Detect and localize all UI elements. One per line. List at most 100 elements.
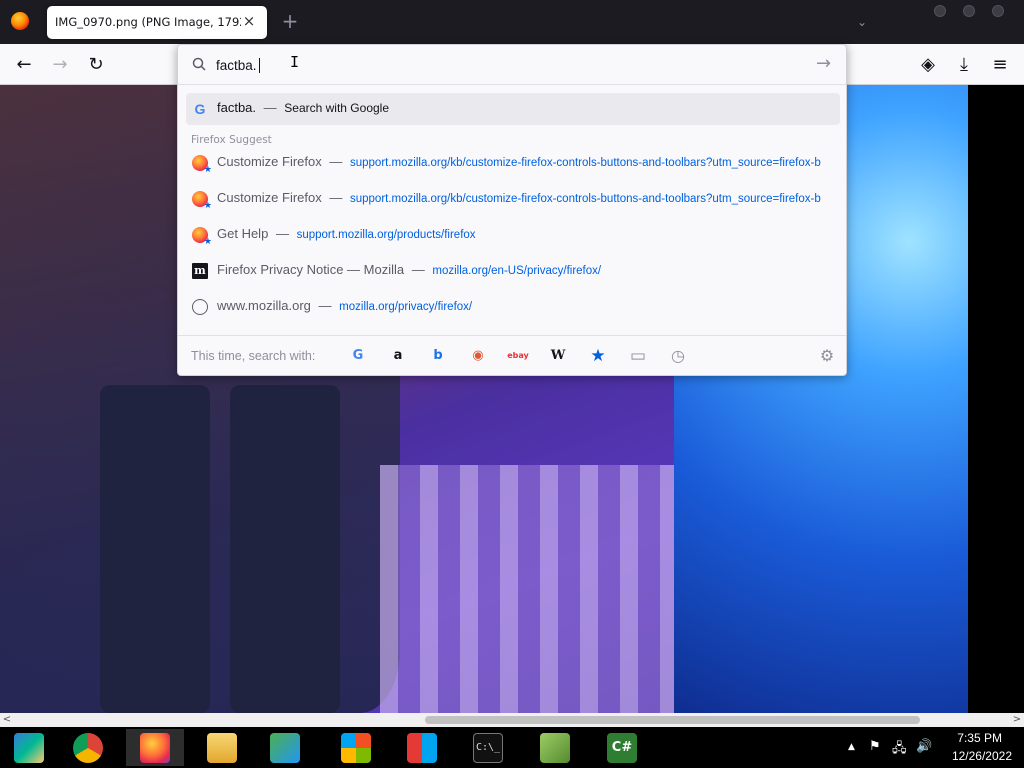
taskbar-csharp-app[interactable]: C# <box>593 729 651 766</box>
urlbar-popup: I → G factba. — Search with Google Firef… <box>177 44 847 376</box>
result-search-google[interactable]: G factba. — Search with Google <box>186 93 840 125</box>
globe-icon <box>192 299 208 315</box>
network-icon[interactable]: 🖧 <box>892 739 907 761</box>
result-separator: — <box>263 100 277 115</box>
windows-logo-icon <box>341 732 371 763</box>
text-caret <box>259 58 260 73</box>
command-prompt-icon: C:\_ <box>473 732 503 763</box>
clock-date[interactable]: 12/26/2022 <box>952 749 1012 763</box>
result-title: Customize Firefox <box>217 154 322 169</box>
taskbar-windows-app[interactable] <box>327 729 385 766</box>
taskbar: C:\_ C# ▲ ⚑ 🖧 🔊 7:35 PM 12/26/2022 <box>0 727 1024 768</box>
result-url: support.mozilla.org/kb/customize-firefox… <box>350 193 821 205</box>
result-separator: — <box>318 298 332 313</box>
firefox-bookmark-icon: ★ <box>192 227 212 247</box>
image-railing <box>380 465 674 713</box>
volume-icon[interactable]: 🔊 <box>916 739 932 754</box>
downloads-button[interactable]: ⤓ <box>951 52 977 78</box>
history-clock-icon[interactable]: ◷ <box>668 346 688 366</box>
pocket-button[interactable]: ◈ <box>915 52 941 78</box>
tab-image[interactable]: IMG_0970.png (PNG Image, 1792 × 1024 pix… <box>47 6 267 39</box>
result-url: mozilla.org/privacy/firefox/ <box>339 301 473 313</box>
reload-button[interactable]: ↻ <box>83 52 109 78</box>
result-item[interactable]: ★ Customize Firefox — support.mozilla.or… <box>186 147 840 179</box>
action-center-flag-icon[interactable]: ⚑ <box>869 739 881 754</box>
duckduckgo-engine-icon[interactable]: ◉ <box>468 346 488 366</box>
ibeam-cursor-icon: I <box>290 53 300 71</box>
image-suit-leg <box>230 385 340 713</box>
taskbar-file-explorer[interactable] <box>193 729 251 766</box>
mozilla-icon: m <box>192 263 208 279</box>
close-tab-icon[interactable]: × <box>239 11 259 31</box>
result-separator: — <box>329 154 343 169</box>
forward-button[interactable]: → <box>47 52 73 78</box>
firefox-suggest-label: Firefox Suggest <box>191 134 272 146</box>
scrollbar-thumb[interactable] <box>425 716 920 724</box>
taskbar-notepad-plus[interactable] <box>526 729 584 766</box>
google-engine-icon[interactable]: G <box>348 346 368 366</box>
taskbar-command-prompt[interactable]: C:\_ <box>459 729 517 766</box>
taskbar-firefox[interactable] <box>126 729 184 766</box>
taskbar-chrome[interactable] <box>59 729 117 766</box>
back-button[interactable]: ← <box>11 52 37 78</box>
notepad-plus-icon <box>540 732 570 763</box>
result-separator: — <box>329 190 343 205</box>
result-url: support.mozilla.org/kb/customize-firefox… <box>350 157 821 169</box>
minimize-button[interactable] <box>934 5 946 17</box>
control-panel-icon <box>407 732 437 763</box>
url-input[interactable] <box>216 55 776 75</box>
gear-icon[interactable]: ⚙ <box>817 346 837 366</box>
chrome-icon <box>73 732 103 763</box>
tab-strip: IMG_0970.png (PNG Image, 1792 × 1024 pix… <box>0 0 1024 44</box>
csharp-icon: C# <box>607 732 637 763</box>
one-off-label: This time, search with: <box>191 349 316 363</box>
urlbar[interactable]: I → <box>178 45 846 85</box>
google-icon: G <box>194 101 206 117</box>
result-url: support.mozilla.org/products/firefox <box>296 229 476 241</box>
result-item[interactable]: ★ Customize Firefox — support.mozilla.or… <box>186 183 840 215</box>
taskbar-app-1[interactable] <box>0 729 58 766</box>
system-tray: ▲ ⚑ 🖧 🔊 7:35 PM 12/26/2022 <box>845 727 1024 768</box>
scroll-left-arrow-icon[interactable]: < <box>0 713 14 727</box>
search-icon <box>192 57 206 71</box>
close-window-button[interactable] <box>992 5 1004 17</box>
show-hidden-icons-icon[interactable]: ▲ <box>848 742 855 752</box>
result-title: factba. <box>217 100 257 115</box>
firefox-icon <box>140 732 170 763</box>
taskbar-network-app[interactable] <box>256 729 314 766</box>
go-arrow-icon[interactable]: → <box>816 53 831 74</box>
scroll-right-arrow-icon[interactable]: > <box>1010 713 1024 727</box>
clock-time[interactable]: 7:35 PM <box>957 731 1002 745</box>
result-title: Firefox Privacy Notice — Mozilla <box>217 262 405 277</box>
result-action: Search with Google <box>284 101 390 115</box>
bing-engine-icon[interactable]: b <box>428 346 448 366</box>
bookmarks-star-icon[interactable]: ★ <box>588 346 608 366</box>
result-separator: — <box>411 262 425 277</box>
app-icon <box>14 732 44 763</box>
tab-title: IMG_0970.png (PNG Image, 1792 × 1024 pix… <box>55 15 241 29</box>
horizontal-scrollbar[interactable]: < > <box>0 713 1024 727</box>
network-people-icon <box>270 732 300 763</box>
one-off-search-bar: This time, search with: G a b ◉ ebay W ★… <box>178 335 846 375</box>
firefox-bookmark-icon: ★ <box>192 155 212 175</box>
result-url: mozilla.org/en-US/privacy/firefox/ <box>432 265 602 277</box>
new-tab-button[interactable]: + <box>279 10 301 32</box>
list-all-tabs-button[interactable]: ⌄ <box>852 12 872 32</box>
result-title: Customize Firefox <box>217 190 322 205</box>
taskbar-control-panel[interactable] <box>393 729 451 766</box>
result-item[interactable]: ★ Get Help — support.mozilla.org/product… <box>186 219 840 251</box>
image-suit-leg <box>100 385 210 713</box>
result-title: www.mozilla.org <box>217 298 311 313</box>
firefox-bookmark-icon: ★ <box>192 191 212 211</box>
firefox-app-icon <box>11 12 29 30</box>
result-item[interactable]: m Firefox Privacy Notice — Mozilla — moz… <box>186 255 840 287</box>
result-title: Get Help <box>217 226 269 241</box>
amazon-engine-icon[interactable]: a <box>388 346 408 366</box>
tabs-icon[interactable]: ▭ <box>628 346 648 366</box>
ebay-engine-icon[interactable]: ebay <box>504 346 532 366</box>
wikipedia-engine-icon[interactable]: W <box>548 346 568 366</box>
maximize-button[interactable] <box>963 5 975 17</box>
result-separator: — <box>275 226 289 241</box>
result-item[interactable]: www.mozilla.org — mozilla.org/privacy/fi… <box>186 291 840 323</box>
app-menu-button[interactable]: ≡ <box>987 52 1013 78</box>
